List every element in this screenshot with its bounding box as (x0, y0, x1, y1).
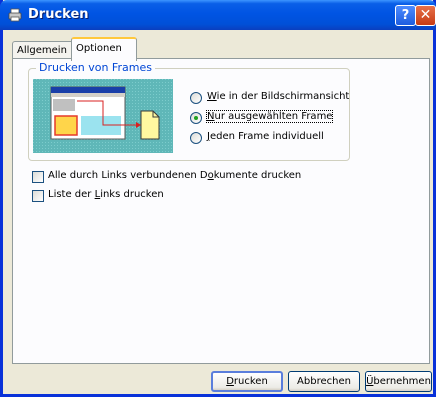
frames-group: Drucken von Frames Wie in der Bildschirm… (28, 61, 350, 161)
title-bar[interactable]: Drucken ? ✕ (0, 0, 436, 30)
print-dialog: Drucken ? ✕ Allgemein Optionen Drucken v… (0, 0, 436, 397)
print-button[interactable]: Drucken (211, 371, 283, 392)
options-panel: Drucken von Frames Wie in der Bildschirm… (12, 58, 430, 364)
radio-label: Nur ausgewählten Frame (205, 110, 334, 123)
checkbox-label: Alle durch Links verbundenen Dokumente d… (48, 170, 302, 181)
apply-button[interactable]: Übernehmen (365, 371, 432, 392)
frame-preview-image (33, 79, 173, 153)
window-title: Drucken (28, 7, 89, 22)
printer-icon (8, 8, 22, 22)
help-button[interactable]: ? (395, 5, 416, 26)
checkbox-box (32, 190, 44, 202)
radio-label: Wie in der Bildschirmansicht (207, 91, 350, 102)
radio-circle (190, 92, 202, 104)
radio-circle (190, 132, 202, 144)
close-button[interactable]: ✕ (415, 5, 436, 26)
tab-optionen[interactable]: Optionen (71, 37, 137, 61)
radio-circle (190, 112, 202, 124)
cancel-button[interactable]: Abbrechen (288, 371, 360, 392)
checkbox-label: Liste der Links drucken (48, 189, 164, 200)
frames-group-label: Drucken von Frames (36, 61, 155, 74)
radio-label: Jeden Frame individuell (207, 131, 324, 142)
radio-selected-dot (194, 116, 198, 120)
checkbox-box (32, 171, 44, 183)
